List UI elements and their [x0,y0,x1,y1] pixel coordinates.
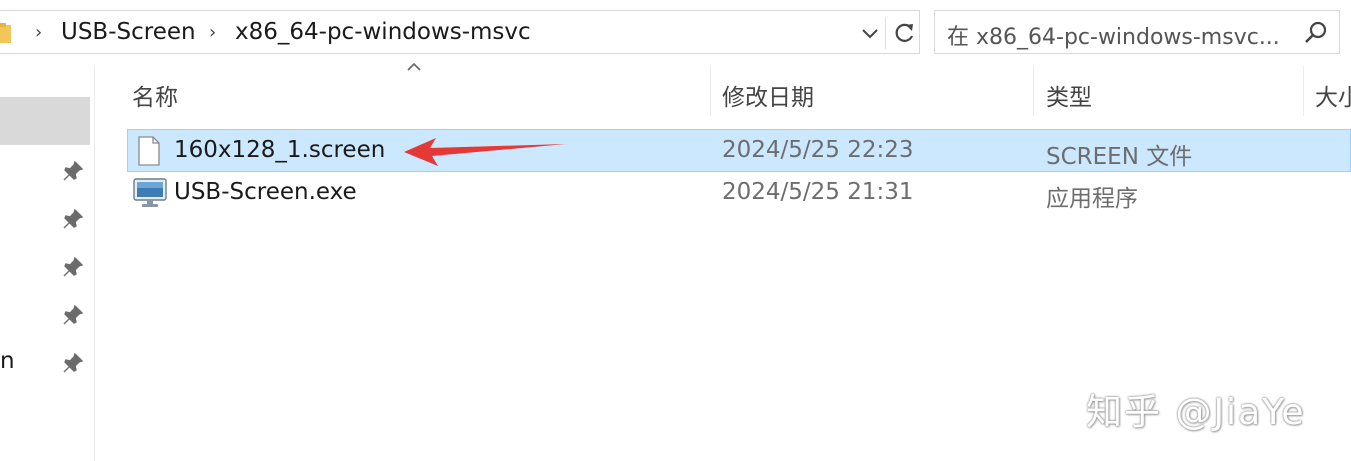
pin-icon[interactable] [62,160,84,182]
file-modified-date: 2024/5/25 22:23 [722,137,914,163]
sort-ascending-icon [407,62,421,71]
annotation-arrow-icon [404,138,566,166]
column-divider[interactable] [710,66,711,116]
file-type: 应用程序 [1046,186,1138,212]
pane-divider[interactable] [94,66,95,461]
divider [885,17,886,49]
column-divider[interactable] [1033,66,1034,116]
file-modified-date: 2024/5/25 21:31 [722,179,914,205]
monitor-app-icon [133,178,167,207]
blank-file-icon [138,136,160,166]
search-icon[interactable] [1303,20,1329,46]
file-name[interactable]: USB-Screen.exe [174,179,357,205]
column-header-type[interactable]: 类型 [1046,78,1092,112]
column-header-modified[interactable]: 修改日期 [722,78,814,112]
chevron-down-icon[interactable] [857,20,883,46]
chevron-right-icon[interactable]: › [209,22,216,43]
pin-icon[interactable] [62,352,84,374]
pin-icon[interactable] [62,256,84,278]
breadcrumb-usb-screen[interactable]: USB-Screen [61,19,196,45]
refresh-icon[interactable] [889,17,919,49]
pin-icon[interactable] [62,208,84,230]
column-header-name[interactable]: 名称 [132,78,178,112]
search-input[interactable]: 在 x86_64-pc-windows-msvc... [947,19,1297,51]
address-bar[interactable]: › USB-Screen › x86_64-pc-windows-msvc [0,10,920,54]
file-type: SCREEN 文件 [1046,144,1193,170]
nav-item-selected[interactable] [0,97,90,145]
nav-item-label[interactable]: n [0,348,15,374]
breadcrumb-current-folder[interactable]: x86_64-pc-windows-msvc [235,19,531,45]
chevron-right-icon[interactable]: › [35,22,42,43]
pin-icon[interactable] [62,304,84,326]
watermark: 知乎 @JiaYe [1086,392,1306,433]
folder-icon [0,23,11,43]
file-name[interactable]: 160x128_1.screen [174,137,385,163]
column-header-size[interactable]: 大小 [1315,78,1351,112]
column-divider[interactable] [1303,66,1304,116]
search-box[interactable]: 在 x86_64-pc-windows-msvc... [934,10,1340,54]
